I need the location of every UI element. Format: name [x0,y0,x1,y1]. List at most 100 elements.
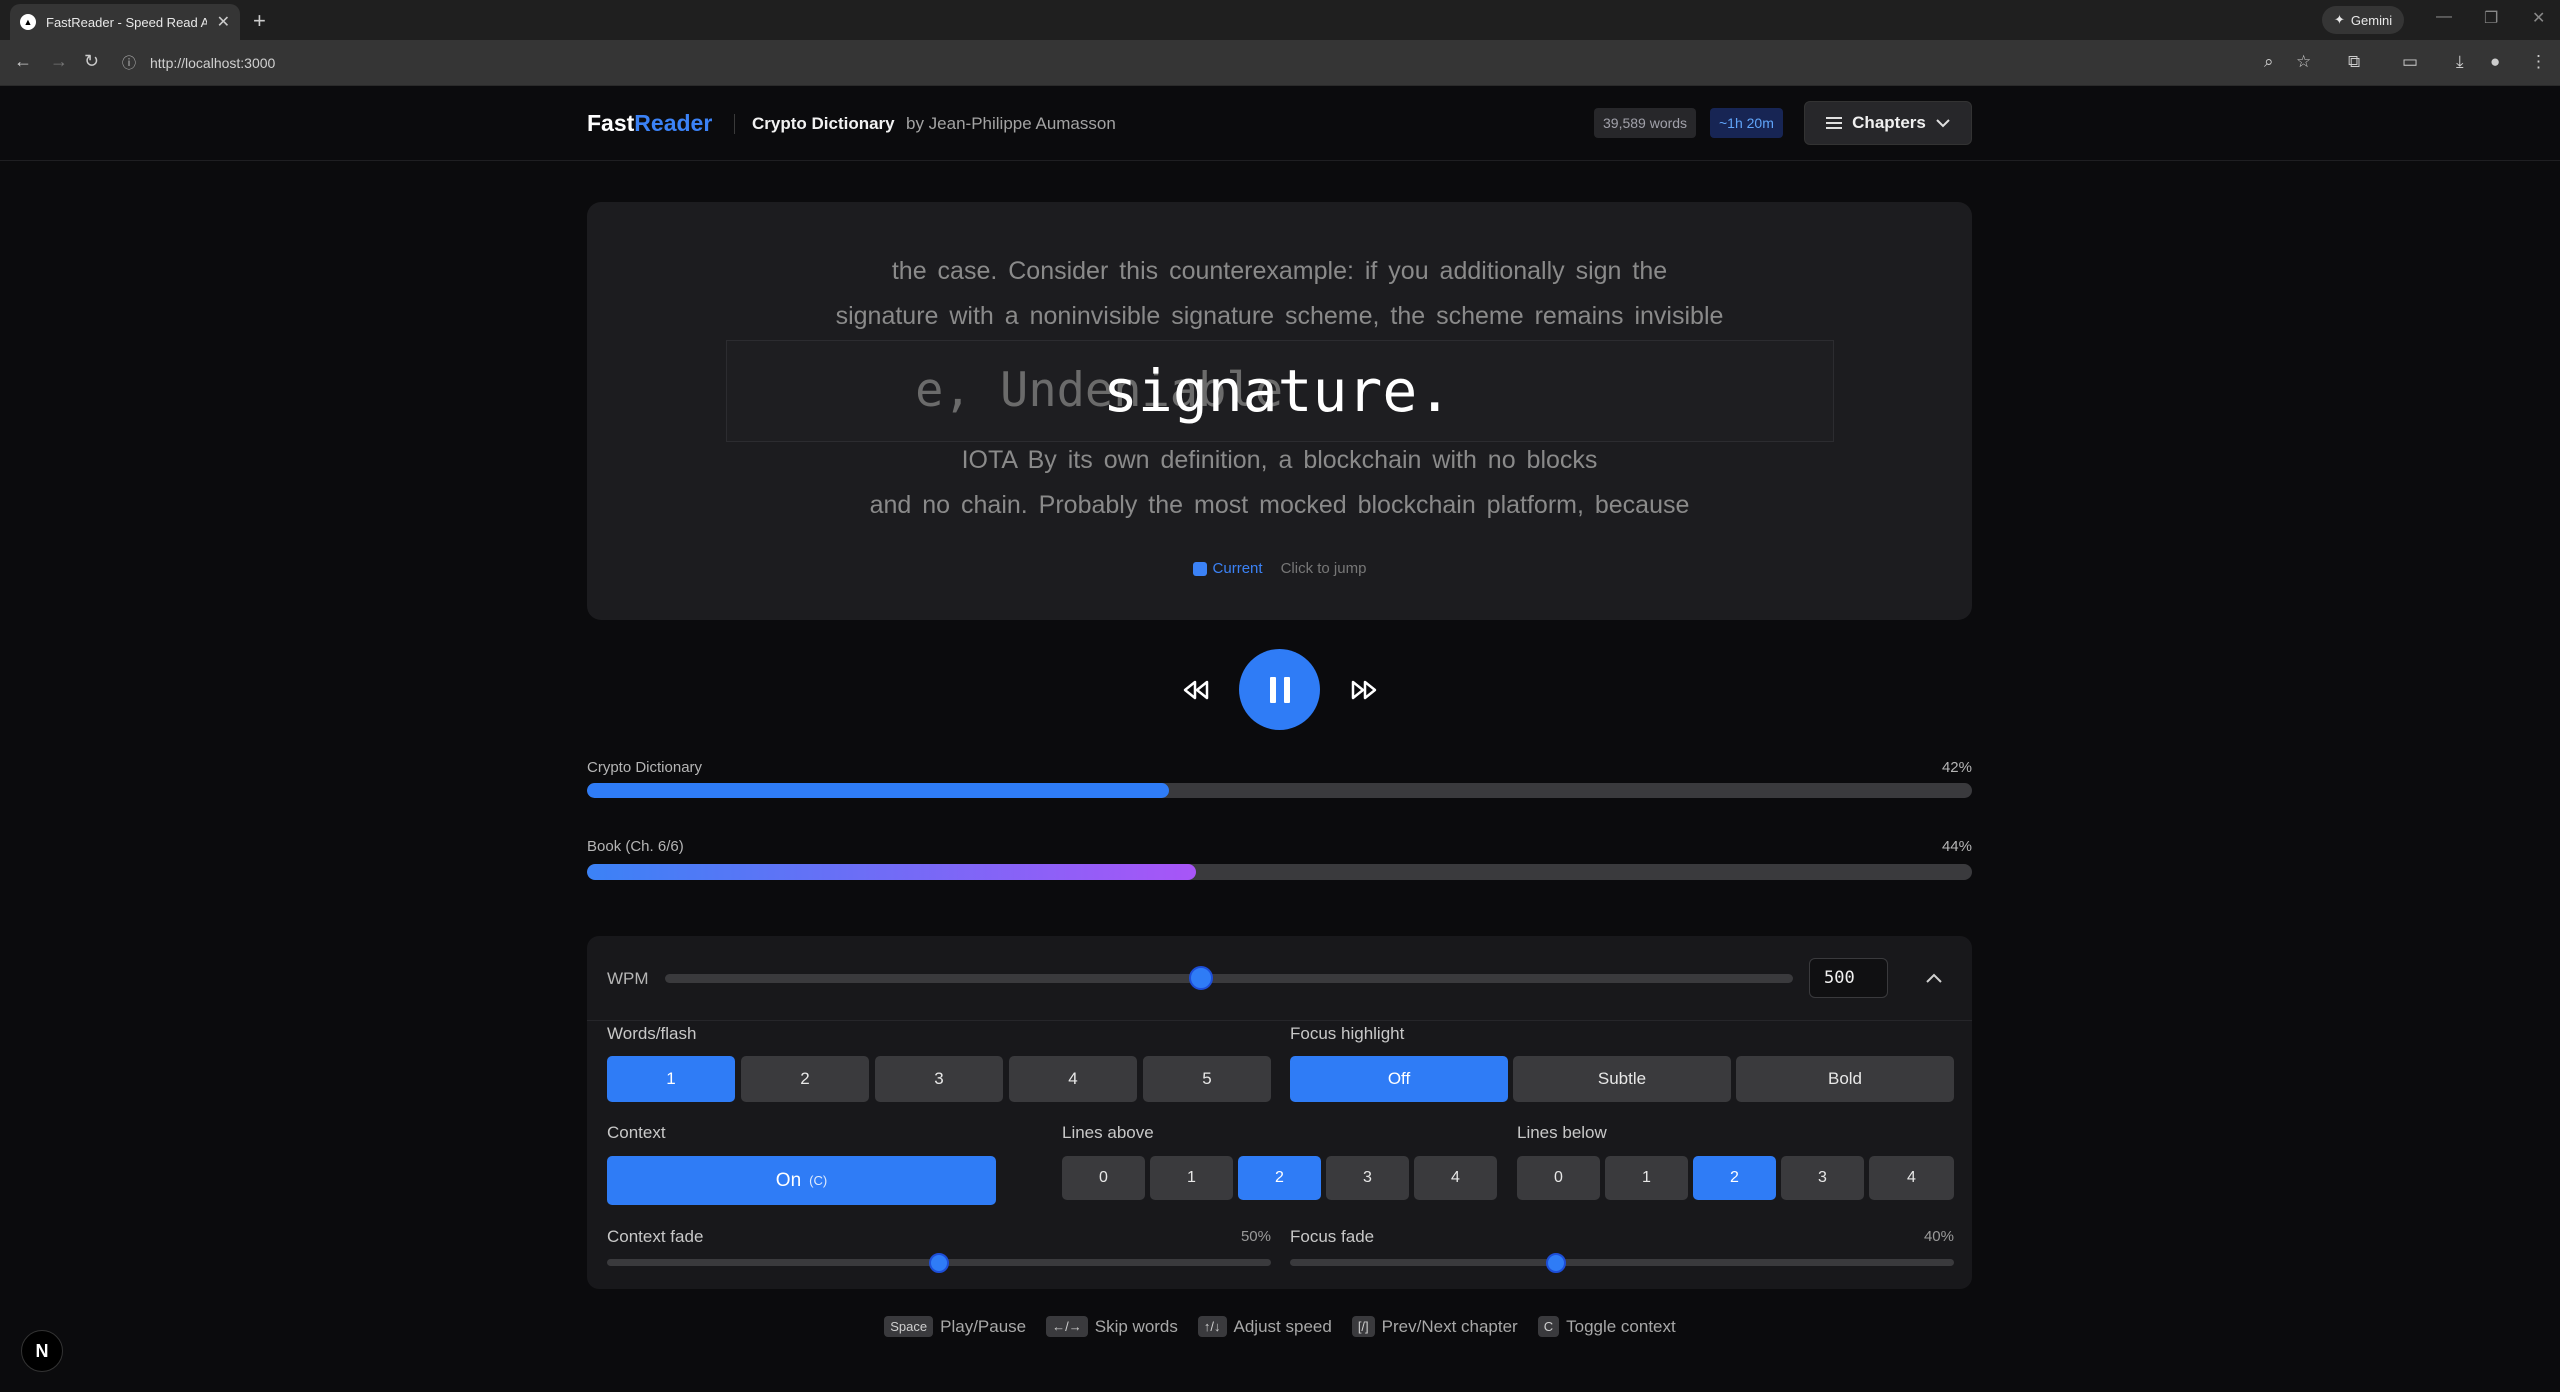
rewind-icon [1183,680,1209,700]
context-label: Context [607,1123,666,1142]
shortcut-key: ←/→ [1046,1316,1088,1337]
wpm-slider-thumb[interactable] [1188,966,1213,990]
rewind-button[interactable] [1176,672,1216,708]
url-text: http://localhost:3000 [150,55,276,71]
extensions-icon[interactable]: ⧉ [2348,52,2360,72]
nextjs-dev-badge[interactable]: N [21,1330,63,1372]
wpm-slider[interactable] [665,974,1793,983]
reload-icon[interactable]: ↻ [84,51,99,72]
settings-panel: WPM 500 Words/flash 1 2 3 4 5 Focus high… [587,936,1972,1289]
fast-forward-icon [1351,680,1377,700]
words-flash-5[interactable]: 5 [1143,1056,1271,1102]
browser-toolbar: ← → ↻ ⓘ http://localhost:3000 ⌕ ☆ ⧉ ▭ ⤓ … [0,40,2560,86]
focus-highlight-subtle[interactable]: Subtle [1513,1056,1731,1102]
words-flash-3[interactable]: 3 [875,1056,1003,1102]
context-fade-label: Context fade [607,1227,704,1246]
shortcut-toggle-context: C Toggle context [1537,1316,1676,1337]
reader-panel: the case. Consider this counterexample: … [587,202,1972,620]
book-progress-label: Book (Ch. 6/6) [587,838,684,855]
chapter-progress-percent: 42% [1941,759,1972,776]
shortcut-label: Adjust speed [1233,1316,1332,1336]
context-line-above-1[interactable]: the case. Consider this counterexample: … [587,257,1972,286]
context-fade-percent: 50% [1240,1228,1271,1245]
window-close-icon[interactable]: ✕ [2532,8,2545,28]
fast-forward-button[interactable] [1344,672,1384,708]
chevron-up-icon [1926,973,1942,983]
profile-avatar-icon[interactable]: ● [2490,52,2500,72]
restore-icon[interactable]: ❐ [2484,8,2498,28]
tab-title: FastReader - Speed Read Any Book [46,14,207,30]
lines-above-3[interactable]: 3 [1326,1156,1409,1200]
current-marker-icon [1192,561,1207,576]
lines-below-0[interactable]: 0 [1517,1156,1600,1200]
download-icon[interactable]: ⤓ [2456,52,2464,72]
context-shortcut-hint: (C) [809,1173,828,1188]
back-icon[interactable]: ← [14,51,32,72]
wpm-row: WPM 500 [587,936,1972,1021]
shortcut-label: Prev/Next chapter [1381,1316,1518,1336]
context-toggle-button[interactable]: On (C) [607,1156,996,1205]
new-tab-button[interactable]: + [253,8,266,34]
book-progress-bar[interactable] [587,864,1972,880]
chapter-progress-bar[interactable] [587,783,1972,798]
words-flash-1[interactable]: 1 [607,1056,735,1102]
pause-icon [1269,676,1290,703]
words-flash-4[interactable]: 4 [1009,1056,1137,1102]
brand-reader: Reader [634,110,713,136]
sparkle-icon: ✦ [2334,12,2345,27]
shortcut-chapter-nav: [/] Prev/Next chapter [1351,1316,1518,1337]
lines-below-3[interactable]: 3 [1781,1156,1864,1200]
collapse-settings-button[interactable] [1920,964,1948,992]
menu-kebab-icon[interactable]: ⋮ [2530,52,2547,72]
lines-above-2[interactable]: 2 [1238,1156,1321,1200]
pause-button[interactable] [1239,649,1320,730]
shortcut-label: Play/Pause [940,1316,1027,1336]
lines-below-label: Lines below [1517,1123,1607,1142]
app-header: FastReader Crypto Dictionary by Jean-Phi… [0,86,2560,161]
chapter-progress-fill [587,783,1169,798]
book-author: by Jean-Philippe Aumasson [906,114,1116,133]
current-word: signature. [1103,357,1453,425]
context-line-below-2[interactable]: and no chain. Probably the most mocked b… [587,491,1972,520]
brand-logo[interactable]: FastReader [587,110,712,137]
words-flash-2[interactable]: 2 [741,1056,869,1102]
words-flash-label: Words/flash [607,1024,697,1043]
brand-fast: Fast [587,110,635,136]
reader-legend: Current Click to jump [587,560,1972,577]
wpm-input[interactable]: 500 [1809,958,1888,998]
chevron-down-icon [1936,118,1950,127]
focus-highlight-off[interactable]: Off [1290,1056,1508,1102]
focus-fade-slider[interactable] [1290,1259,1954,1266]
chapters-button[interactable]: Chapters [1804,101,1972,145]
minimize-icon[interactable]: — [2436,8,2452,26]
shortcut-label: Toggle context [1566,1316,1676,1336]
focus-highlight-bold[interactable]: Bold [1736,1056,1954,1102]
browser-tab[interactable]: ▲ FastReader - Speed Read Any Book ✕ [10,4,240,40]
focus-fade-thumb[interactable] [1545,1253,1566,1273]
lines-above-1[interactable]: 1 [1150,1156,1233,1200]
lines-below-2[interactable]: 2 [1693,1156,1776,1200]
lines-above-0[interactable]: 0 [1062,1156,1145,1200]
legend-current-label: Current [1212,560,1263,577]
chapters-label: Chapters [1852,113,1926,132]
address-bar[interactable]: ⓘ http://localhost:3000 [122,46,2222,80]
cast-icon[interactable]: ▭ [2402,52,2418,72]
shortcut-key: ↑/↓ [1197,1316,1227,1337]
lines-above-4[interactable]: 4 [1414,1156,1497,1200]
close-tab-icon[interactable]: ✕ [217,12,230,32]
gemini-button[interactable]: ✦ Gemini [2322,6,2405,34]
lines-below-1[interactable]: 1 [1605,1156,1688,1200]
keyboard-shortcuts: Space Play/Pause ←/→ Skip words ↑/↓ Adjust … [0,1316,2560,1337]
shortcut-key: Space [884,1316,934,1337]
site-info-icon[interactable]: ⓘ [122,53,136,73]
context-line-above-2[interactable]: signature with a noninvisible signature … [587,302,1972,331]
zoom-icon[interactable]: ⌕ [2264,52,2274,72]
forward-icon[interactable]: → [50,51,68,72]
context-line-below-1[interactable]: IOTA By its own definition, a blockchain… [587,446,1972,475]
context-toggle-value: On [775,1169,802,1191]
time-remaining-badge: ~1h 20m [1710,108,1783,138]
lines-below-4[interactable]: 4 [1869,1156,1954,1200]
shortcut-adjust-speed: ↑/↓ Adjust speed [1197,1316,1332,1337]
bookmark-star-icon[interactable]: ☆ [2296,52,2311,72]
context-fade-thumb[interactable] [929,1253,949,1273]
